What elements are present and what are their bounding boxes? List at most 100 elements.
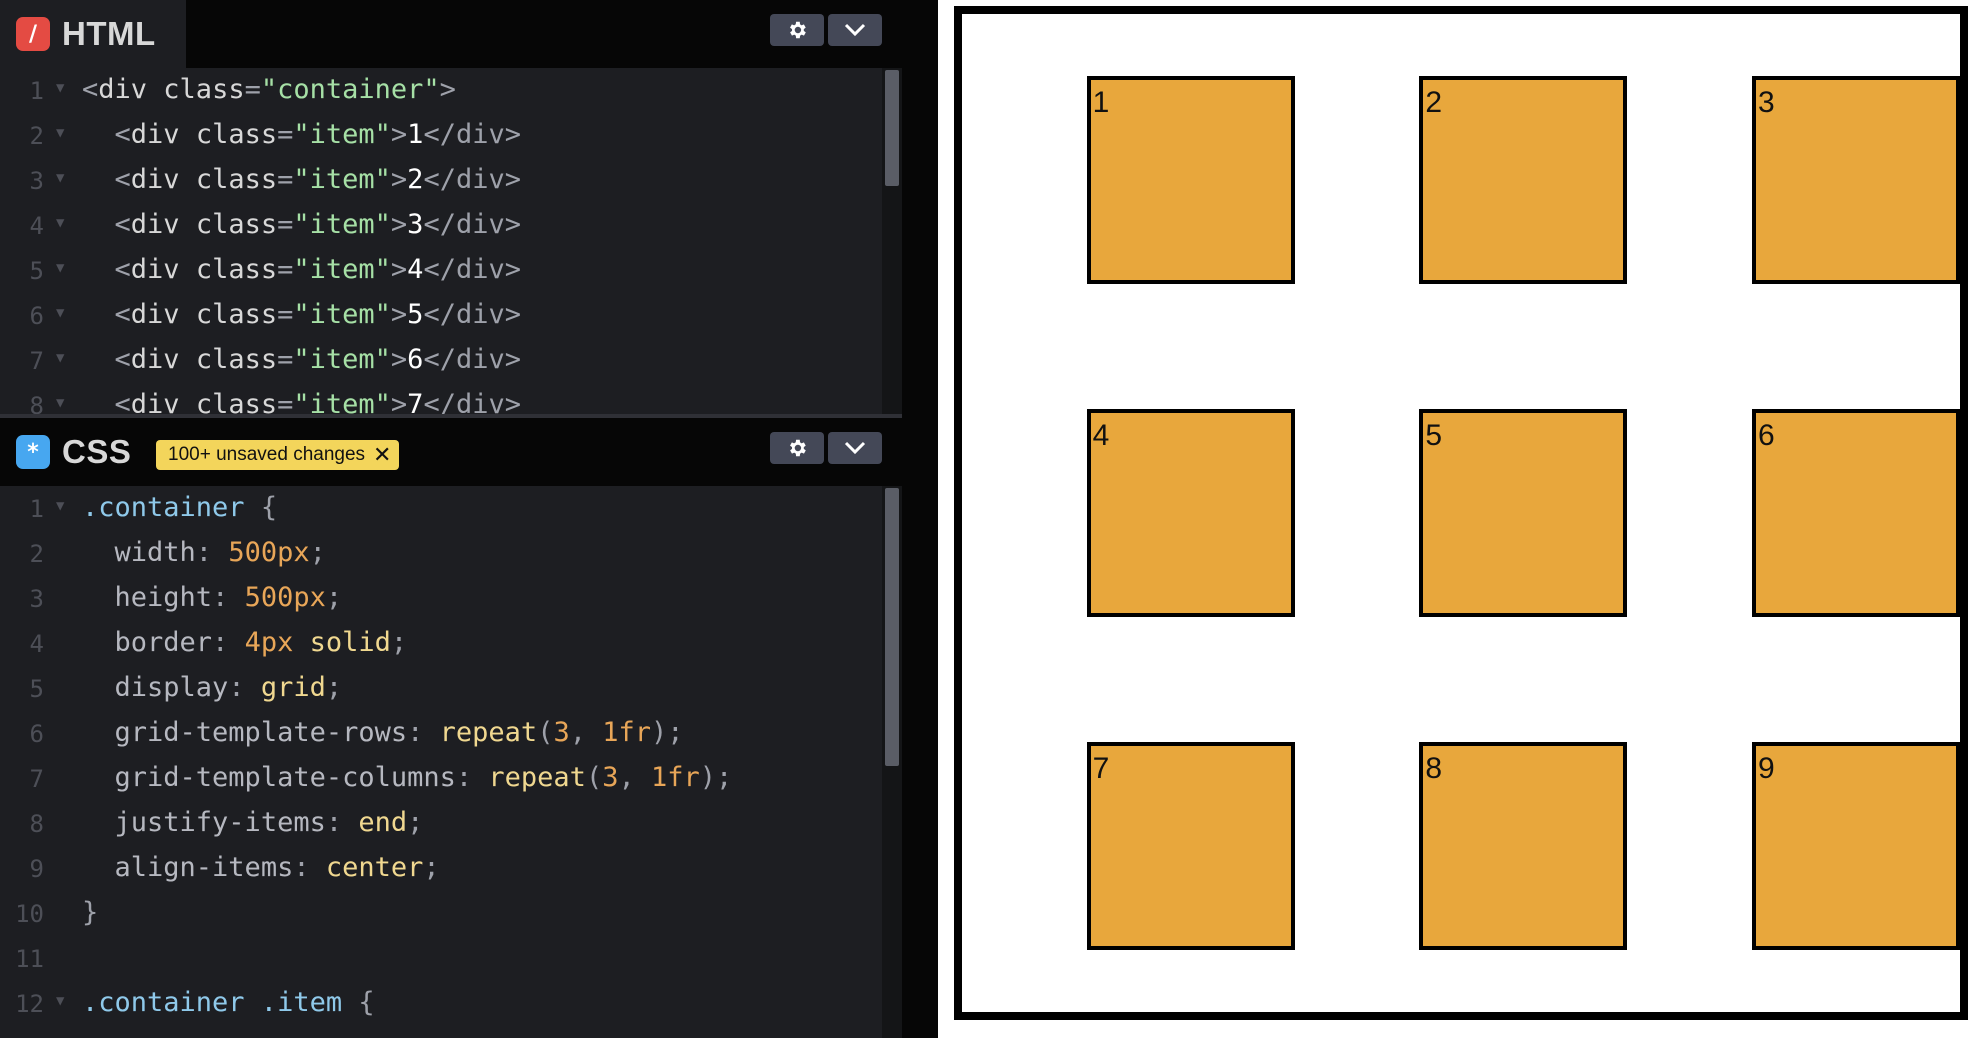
html-tab-label: HTML bbox=[62, 15, 156, 52]
html-code-line[interactable]: 1 ▼ <div class="container"> bbox=[0, 68, 882, 113]
line-number: 10 bbox=[15, 900, 44, 928]
code-token: > bbox=[390, 164, 408, 195]
code-token: .container bbox=[82, 492, 245, 523]
code-token: : bbox=[455, 762, 489, 793]
css-code-line[interactable]: 12 ▼ .container .item { bbox=[0, 981, 882, 1026]
code-text: display: grid; bbox=[82, 672, 343, 703]
code-token: "item" bbox=[293, 209, 391, 240]
code-token: </div> bbox=[423, 209, 521, 240]
css-code-line[interactable]: 11 bbox=[0, 936, 882, 981]
code-token: grid-template-columns bbox=[114, 762, 456, 793]
line-number: 7 bbox=[29, 347, 44, 375]
code-token: ; bbox=[309, 537, 326, 568]
css-collapse-button[interactable] bbox=[828, 432, 882, 464]
html-scrollbar-thumb[interactable] bbox=[885, 70, 899, 186]
html-code-line[interactable]: 4 ▼ <div class="item">3</div> bbox=[0, 203, 882, 248]
grid-item: 8 bbox=[1419, 741, 1628, 950]
css-settings-button[interactable] bbox=[770, 432, 824, 464]
css-code-line[interactable]: 6 grid-template-rows: repeat(3, 1fr); bbox=[0, 711, 882, 756]
code-token: class bbox=[195, 254, 278, 285]
html-tab[interactable]: / HTML bbox=[0, 0, 186, 68]
css-asterisk-icon: * bbox=[16, 435, 50, 469]
code-text: border: 4px solid; bbox=[82, 627, 408, 658]
fold-arrow-icon[interactable]: ▼ bbox=[56, 170, 64, 186]
code-token: ; bbox=[325, 672, 343, 703]
code-token: = bbox=[277, 119, 294, 150]
code-token: < bbox=[114, 119, 131, 150]
code-token: display bbox=[114, 672, 229, 703]
fold-arrow-icon[interactable]: ▼ bbox=[56, 215, 64, 231]
css-scrollbar-thumb[interactable] bbox=[885, 488, 899, 766]
line-number: 4 bbox=[29, 630, 44, 658]
code-token: "item" bbox=[293, 299, 391, 330]
grid-item: 7 bbox=[1086, 741, 1295, 950]
css-code-line[interactable]: 2 width: 500px; bbox=[0, 531, 882, 576]
close-icon[interactable]: ✕ bbox=[373, 444, 391, 466]
code-token: </div> bbox=[423, 119, 521, 150]
code-token: = bbox=[277, 164, 294, 195]
css-code-line[interactable]: 10} bbox=[0, 891, 882, 936]
css-code-line[interactable]: 8 justify-items: end; bbox=[0, 801, 882, 846]
line-number: 1 bbox=[29, 77, 44, 105]
gear-icon bbox=[790, 21, 806, 39]
fold-arrow-icon[interactable]: ▼ bbox=[56, 350, 64, 366]
css-code-line[interactable]: 4 border: 4px solid; bbox=[0, 621, 882, 666]
code-token: div bbox=[130, 254, 196, 285]
grid-item: 1 bbox=[1086, 76, 1295, 285]
fold-arrow-icon[interactable]: ▼ bbox=[56, 260, 64, 276]
fold-arrow-icon[interactable]: ▼ bbox=[56, 305, 64, 321]
line-number: 3 bbox=[29, 167, 44, 195]
html-code-line[interactable]: 5 ▼ <div class="item">4</div> bbox=[0, 248, 882, 293]
code-text: align-items: center; bbox=[82, 852, 440, 883]
fold-arrow-icon[interactable]: ▼ bbox=[56, 80, 64, 96]
line-number: 5 bbox=[29, 257, 44, 285]
editor-column: / HTML 1 ▼ <div class="container"> 2 ▼ <div … bbox=[0, 0, 902, 1038]
css-code-line[interactable]: 3 height: 500px; bbox=[0, 576, 882, 621]
fold-arrow-icon[interactable]: ▼ bbox=[56, 498, 64, 514]
html-code-line[interactable]: 7 ▼ <div class="item">6</div> bbox=[0, 338, 882, 383]
css-code-line[interactable]: 5 display: grid; bbox=[0, 666, 882, 711]
code-token: = bbox=[277, 344, 294, 375]
code-token: 1 bbox=[407, 119, 424, 150]
html-code-line[interactable]: 8 ▼ <div class="item">7</div> bbox=[0, 383, 882, 418]
line-number: 6 bbox=[29, 720, 44, 748]
css-code-line[interactable]: 9 align-items: center; bbox=[0, 846, 882, 891]
css-code-editor[interactable]: 1 ▼ .container {2 width: 500px; 3 height: 5… bbox=[0, 486, 882, 1038]
code-token: { bbox=[244, 492, 278, 523]
code-token: } bbox=[82, 897, 99, 928]
code-token: 3 bbox=[602, 762, 619, 793]
code-text: <div class="item">5</div> bbox=[82, 299, 521, 330]
html-collapse-button[interactable] bbox=[828, 14, 882, 46]
code-token: 3 bbox=[553, 717, 570, 748]
line-number: 9 bbox=[29, 855, 44, 883]
html-code-line[interactable]: 2 ▼ <div class="item">1</div> bbox=[0, 113, 882, 158]
fold-arrow-icon[interactable]: ▼ bbox=[56, 993, 64, 1009]
css-tab[interactable]: * CSS bbox=[0, 418, 140, 486]
code-token: end bbox=[358, 807, 408, 838]
line-number: 5 bbox=[29, 675, 44, 703]
html-code-line[interactable]: 3 ▼ <div class="item">2</div> bbox=[0, 158, 882, 203]
css-scrollbar[interactable] bbox=[882, 486, 902, 1038]
code-token: div bbox=[130, 119, 196, 150]
html-code-editor[interactable]: 1 ▼ <div class="container"> 2 ▼ <div class="… bbox=[0, 68, 882, 418]
css-code-line[interactable]: 1 ▼ .container { bbox=[0, 486, 882, 531]
fold-arrow-icon[interactable]: ▼ bbox=[56, 125, 64, 141]
grid-item: 9 bbox=[1751, 741, 1960, 950]
editor-preview-divider[interactable] bbox=[902, 0, 938, 1038]
fold-arrow-icon[interactable]: ▼ bbox=[56, 395, 64, 411]
html-settings-button[interactable] bbox=[770, 14, 824, 46]
code-token: > bbox=[390, 254, 408, 285]
code-text: .container .item { bbox=[82, 987, 375, 1018]
css-code-line[interactable]: 7 grid-template-columns: repeat(3, 1fr); bbox=[0, 756, 882, 801]
html-scrollbar[interactable] bbox=[882, 68, 902, 418]
line-number: 11 bbox=[15, 945, 44, 973]
code-token: = bbox=[244, 74, 261, 105]
unsaved-changes-badge[interactable]: 100+ unsaved changes ✕ bbox=[156, 440, 400, 470]
code-token: center bbox=[325, 852, 424, 883]
html-slash-icon: / bbox=[16, 17, 50, 51]
code-token: = bbox=[277, 209, 294, 240]
code-token: div bbox=[98, 74, 164, 105]
code-token: class bbox=[195, 299, 278, 330]
html-code-line[interactable]: 6 ▼ <div class="item">5</div> bbox=[0, 293, 882, 338]
line-number: 6 bbox=[29, 302, 44, 330]
